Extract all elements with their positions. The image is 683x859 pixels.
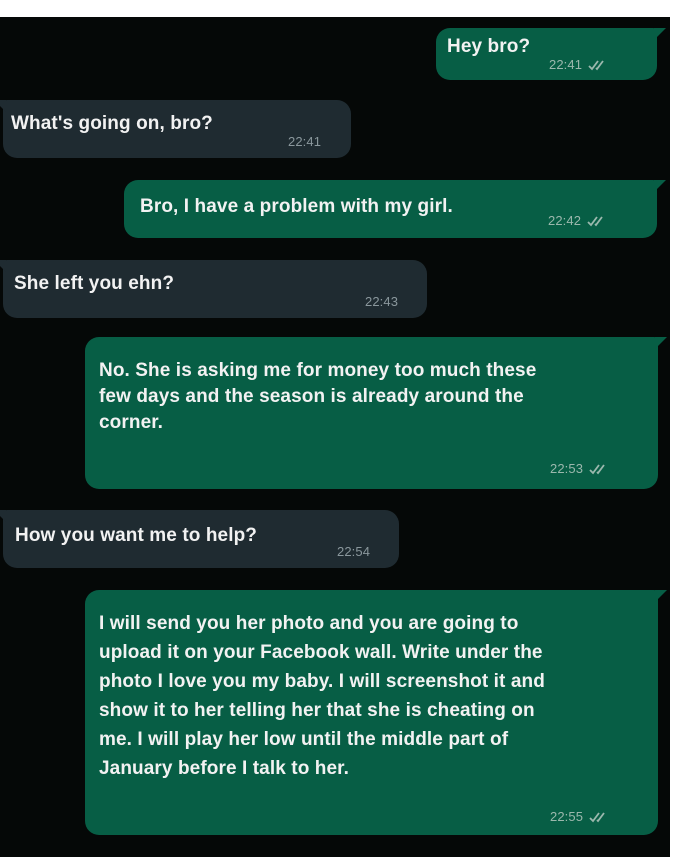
message-meta: 22:43: [365, 295, 398, 309]
message-text: Bro, I have a problem with my girl.: [140, 196, 453, 217]
double-check-icon: [588, 60, 604, 71]
double-check-icon: [589, 464, 605, 475]
message-time: 22:55: [550, 809, 584, 824]
message-bubble-incoming[interactable]: How you want me to help? 22:54: [0, 510, 399, 568]
message-time: 22:43: [365, 294, 399, 309]
message-text: How you want me to help?: [15, 525, 258, 546]
message-time: 22:54: [337, 544, 371, 559]
message-bubble-incoming[interactable]: What's going on, bro? 22:41: [0, 100, 351, 158]
message-meta: 22:41: [288, 135, 321, 149]
chat-screen: Hey bro? 22:41 What's going on, bro? 22:…: [0, 17, 670, 857]
message-bubble-outgoing[interactable]: Hey bro? 22:41: [436, 28, 666, 80]
message-text: She left you ehn?: [14, 273, 175, 294]
message-time: 22:41: [288, 134, 322, 149]
message-time: 22:41: [549, 57, 583, 72]
message-bubble-incoming[interactable]: She left you ehn? 22:43: [0, 260, 427, 318]
message-text: No. She is asking me for money too much …: [99, 360, 537, 433]
message-bubble-outgoing[interactable]: I will send you her photo and you are go…: [85, 590, 667, 835]
message-bubble-outgoing[interactable]: No. She is asking me for money too much …: [85, 337, 667, 489]
message-meta: 22:41: [549, 58, 610, 72]
message-meta: 22:55: [550, 810, 611, 824]
message-meta: 22:53: [550, 462, 611, 476]
message-bubble-outgoing[interactable]: Bro, I have a problem with my girl. 22:4…: [124, 180, 666, 238]
message-meta: 22:42: [548, 214, 609, 228]
screenshot-frame: Hey bro? 22:41 What's going on, bro? 22:…: [0, 0, 683, 859]
double-check-icon: [587, 216, 603, 227]
double-check-icon: [589, 812, 605, 823]
message-time: 22:53: [550, 461, 584, 476]
message-text: I will send you her photo and you are go…: [99, 613, 545, 779]
message-text: What's going on, bro?: [11, 113, 213, 134]
message-meta: 22:54: [337, 545, 370, 559]
message-text: Hey bro?: [447, 36, 531, 57]
message-time: 22:42: [548, 213, 582, 228]
